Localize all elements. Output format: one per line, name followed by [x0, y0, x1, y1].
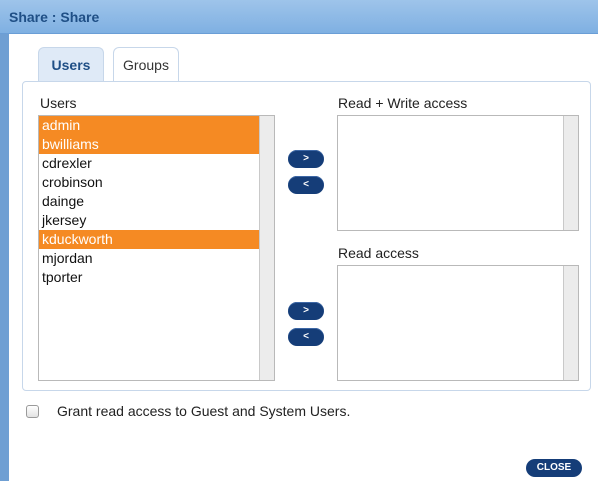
close-button[interactable]: CLOSE: [526, 459, 582, 477]
read-write-listbox[interactable]: [337, 115, 579, 231]
tab-users[interactable]: Users: [38, 47, 104, 81]
read-access-listbox[interactable]: [337, 265, 579, 381]
user-list-item[interactable]: jkersey: [39, 211, 260, 230]
remove-read-button[interactable]: <: [288, 328, 324, 346]
read-access-label: Read access: [338, 245, 419, 261]
users-listbox[interactable]: admin bwilliams cdrexler crobinson dainge jke…: [38, 115, 275, 381]
users-list-scrollbar[interactable]: [259, 116, 274, 380]
user-list-item[interactable]: cdrexler: [39, 154, 260, 173]
read-access-scrollbar[interactable]: [563, 266, 578, 380]
user-list-item[interactable]: kduckworth: [39, 230, 260, 249]
user-list-item[interactable]: mjordan: [39, 249, 260, 268]
user-list-item[interactable]: tporter: [39, 268, 260, 287]
read-write-label: Read + Write access: [338, 95, 468, 111]
user-list-item[interactable]: bwilliams: [39, 135, 260, 154]
tab-groups[interactable]: Groups: [113, 47, 179, 81]
user-list-item[interactable]: admin: [39, 116, 260, 135]
remove-read-write-button[interactable]: <: [288, 176, 324, 194]
window-left-border: [0, 0, 9, 481]
users-list-label: Users: [40, 95, 77, 111]
share-dialog: Share : Share Users Groups Users admin bw…: [0, 0, 598, 481]
user-list-item[interactable]: dainge: [39, 192, 260, 211]
add-read-button[interactable]: >: [288, 302, 324, 320]
read-write-scrollbar[interactable]: [563, 116, 578, 230]
window-title: Share : Share: [9, 9, 100, 25]
title-bar: Share : Share: [0, 0, 598, 34]
add-read-write-button[interactable]: >: [288, 150, 324, 168]
guest-access-checkbox[interactable]: [26, 405, 39, 418]
guest-access-label: Grant read access to Guest and System Us…: [57, 403, 351, 419]
user-list-item[interactable]: crobinson: [39, 173, 260, 192]
